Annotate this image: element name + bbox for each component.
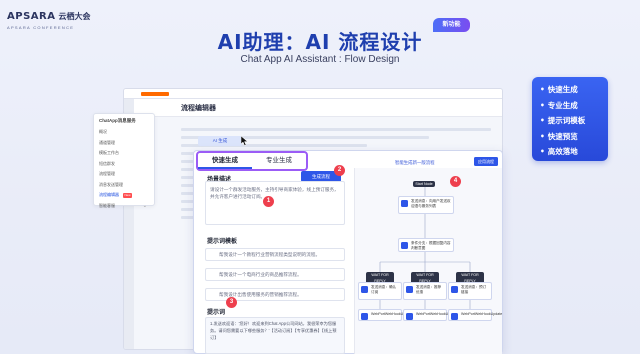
flow-node[interactable]: 发送消息：确认订阅 [358, 282, 402, 300]
flow-node[interactable]: WebPortWebHookUpdate [358, 309, 412, 321]
message-icon [451, 286, 458, 293]
webhook-icon [361, 313, 368, 320]
step-marker: 3 [226, 297, 237, 308]
flow-node-label: 条件分支：根据回复内容判断意图 [411, 241, 451, 250]
flow-node[interactable]: 条件分支：根据回复内容判断意图 [398, 238, 454, 252]
step-marker: 4 [450, 176, 461, 187]
message-icon [361, 286, 368, 293]
flow-node[interactable]: 发送消息：向用户发送欢迎语与服务列表 [398, 196, 454, 214]
flow-node[interactable]: 发送消息：推荐优惠 [403, 282, 447, 300]
flow-node[interactable]: WebPortWebHookUpdate [403, 309, 457, 321]
step-marker: 1 [263, 196, 274, 207]
flow-connectors [379, 187, 471, 309]
flow-start-node[interactable]: Start Node [413, 181, 435, 187]
message-icon [401, 200, 408, 207]
flow-node-label: WebPortWebHookUpdate [461, 312, 503, 316]
flow-node-label: 发送消息：确认订阅 [371, 285, 397, 294]
flow-node[interactable]: WebPortWebHookUpdate [448, 309, 502, 321]
flow-node-label: 发送消息：向用户发送欢迎语与服务列表 [411, 199, 451, 208]
webhook-icon [451, 313, 458, 320]
message-icon [406, 286, 413, 293]
flow-node-label: 发送消息：预订链接 [461, 285, 487, 294]
flow-node-label: 发送消息：推荐优惠 [416, 285, 442, 294]
branch-icon [401, 242, 408, 249]
step-marker: 2 [334, 165, 345, 176]
webhook-icon [406, 313, 413, 320]
flow-node[interactable]: 发送消息：预订链接 [448, 282, 492, 300]
